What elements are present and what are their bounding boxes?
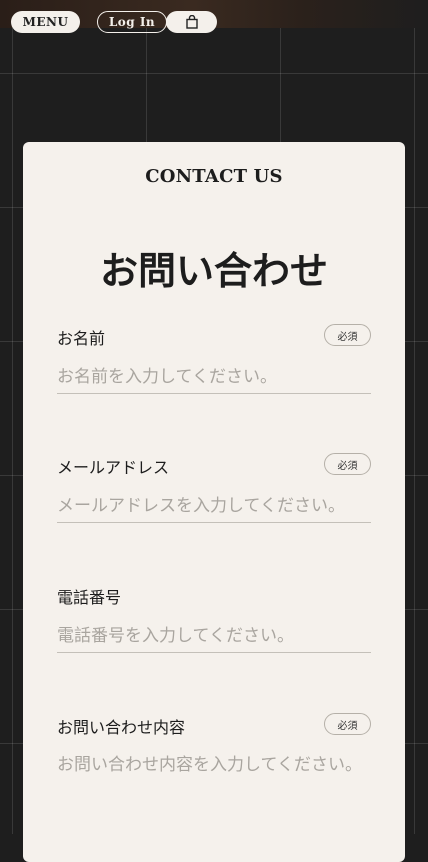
phone-input[interactable] xyxy=(57,620,371,653)
email-label: メールアドレス xyxy=(57,458,170,477)
name-input[interactable] xyxy=(57,361,371,394)
required-badge: 必須 xyxy=(324,324,371,346)
email-input[interactable] xyxy=(57,490,371,523)
page-title: お問い合わせ xyxy=(99,248,328,293)
required-badge: 必須 xyxy=(324,713,371,735)
menu-button[interactable]: MENU xyxy=(11,11,80,33)
section-eyebrow: CONTACT US xyxy=(145,166,283,187)
name-label: お名前 xyxy=(57,329,106,348)
message-textarea[interactable] xyxy=(57,750,371,810)
contact-card: CONTACT US お問い合わせ お名前 必須 メールアドレス 必須 電話番号… xyxy=(23,142,405,862)
message-label: お問い合わせ内容 xyxy=(57,718,186,737)
login-button[interactable]: Log In xyxy=(97,11,167,33)
required-badge: 必須 xyxy=(324,453,371,475)
phone-label: 電話番号 xyxy=(57,588,122,607)
cart-button[interactable] xyxy=(166,11,217,33)
shopping-bag-icon xyxy=(185,15,198,29)
